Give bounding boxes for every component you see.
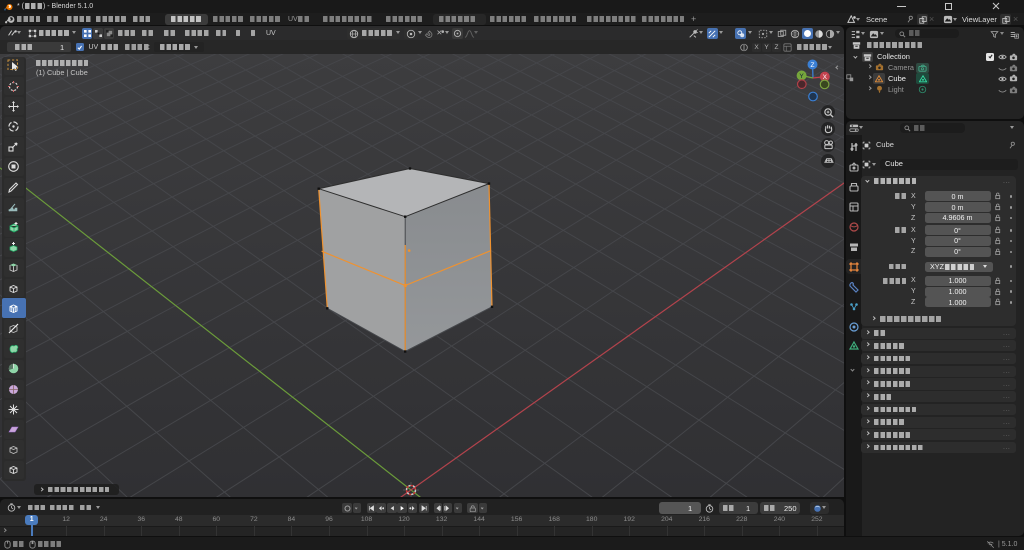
svg-text:Z: Z (811, 62, 815, 69)
svg-text:Y: Y (799, 73, 804, 80)
